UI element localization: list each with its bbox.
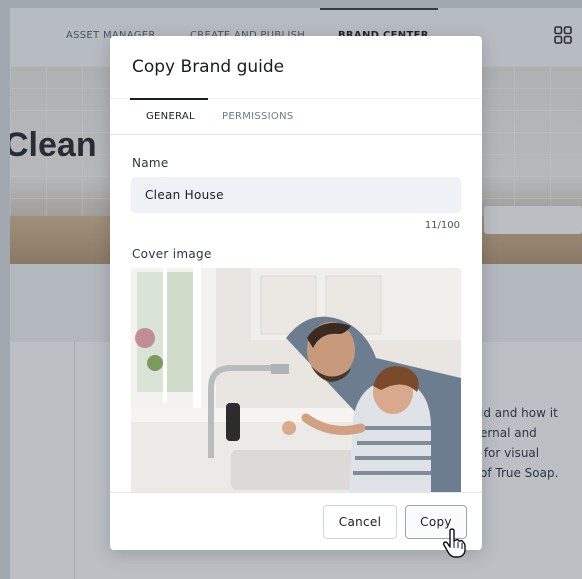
name-char-counter: 11/100	[424, 220, 460, 231]
name-label: Name	[132, 156, 169, 170]
cover-image[interactable]	[131, 268, 461, 496]
hand-pointer-icon	[442, 528, 466, 558]
tab-permissions[interactable]: PERMISSIONS	[222, 111, 294, 122]
copy-brand-guide-dialog: Copy Brand guide GENERAL PERMISSIONS Nam…	[110, 36, 482, 550]
name-input[interactable]	[131, 177, 461, 213]
cancel-button[interactable]: Cancel	[323, 505, 397, 539]
active-tab-indicator	[130, 98, 208, 100]
dialog-footer: Cancel Copy	[110, 492, 482, 550]
dialog-title: Copy Brand guide	[132, 57, 285, 77]
tab-general[interactable]: GENERAL	[146, 111, 195, 122]
cover-image-label: Cover image	[132, 247, 212, 261]
dialog-tabs: GENERAL PERMISSIONS	[110, 98, 482, 135]
